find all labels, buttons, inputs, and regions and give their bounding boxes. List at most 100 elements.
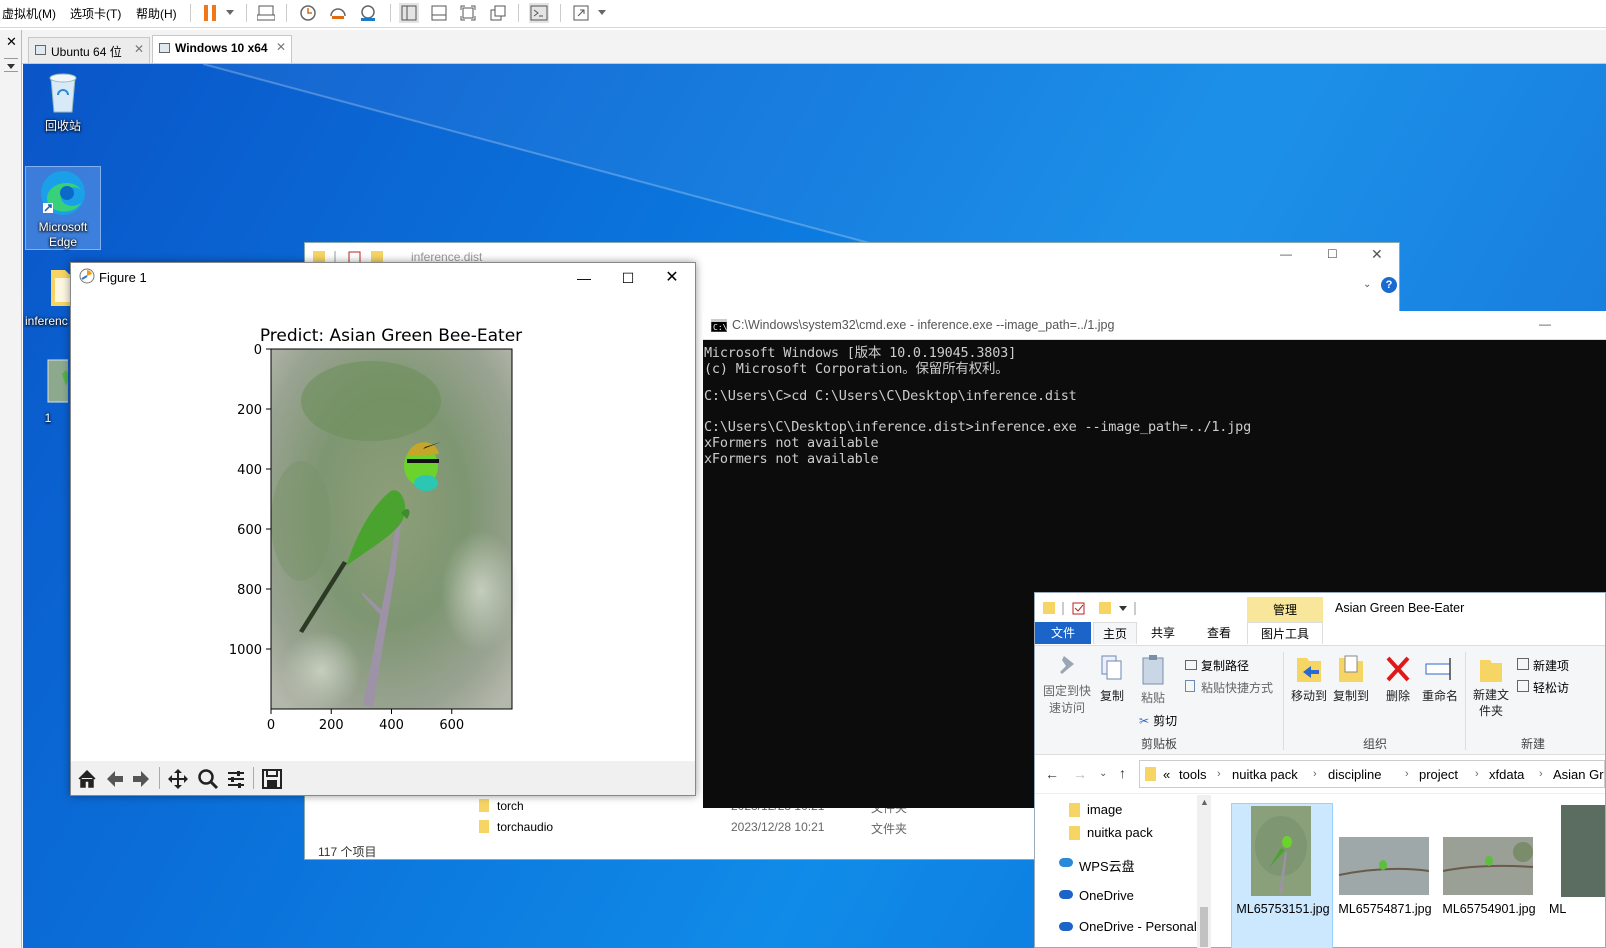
configure-icon[interactable] (225, 768, 247, 790)
show-library-icon[interactable] (399, 3, 419, 23)
unity-icon[interactable] (488, 3, 508, 23)
copy-path-button[interactable]: 复制路径 (1185, 657, 1249, 674)
chevron-down-icon[interactable] (598, 10, 606, 15)
forward-arrow-icon[interactable]: → (1073, 766, 1087, 782)
rename-icon (1425, 658, 1451, 680)
pin-quick-access-button[interactable]: 固定到快速访问 (1041, 654, 1093, 717)
breadcrumb-part[interactable]: Asian Gr (1553, 767, 1604, 782)
tab-picture-tools[interactable]: 图片工具 (1247, 622, 1323, 644)
nav-item[interactable]: OneDrive (1079, 888, 1134, 903)
file-item[interactable] (1561, 805, 1605, 897)
stretch-icon[interactable] (571, 3, 591, 23)
close-icon[interactable]: ✕ (1371, 246, 1383, 263)
chevron-down-icon[interactable]: ⌄ (1363, 279, 1371, 290)
breadcrumb-part[interactable]: tools (1179, 767, 1206, 782)
menu-help[interactable]: 帮助(H) (136, 5, 177, 22)
chevron-right-icon[interactable]: › (1539, 768, 1543, 780)
chevron-right-icon[interactable]: › (1217, 768, 1221, 780)
back-arrow-icon[interactable]: ← (1045, 766, 1059, 782)
breadcrumb-part[interactable]: « (1163, 767, 1170, 782)
breadcrumb-part[interactable]: project (1419, 767, 1458, 782)
tab-windows10[interactable]: Windows 10 x64 ✕ (152, 35, 292, 63)
minimize-icon[interactable]: — (1280, 247, 1292, 261)
file-item[interactable] (1338, 837, 1430, 895)
file-item-selected[interactable] (1231, 803, 1333, 948)
chevron-down-icon[interactable] (226, 10, 234, 15)
snapshot-icon[interactable] (298, 3, 318, 23)
tab-file[interactable]: 文件 (1035, 622, 1091, 644)
image-thumbnail (1338, 837, 1430, 895)
easy-access-button[interactable]: 轻松访 (1517, 679, 1569, 696)
back-arrow-icon[interactable] (105, 769, 125, 789)
breadcrumb-part[interactable]: xfdata (1489, 767, 1524, 782)
chevron-up-icon[interactable]: ▲ (1200, 797, 1209, 807)
chevron-right-icon[interactable]: › (1405, 768, 1409, 780)
save-icon[interactable] (261, 768, 283, 790)
cut-button[interactable]: ✂ 剪切 (1139, 712, 1177, 729)
maximize-icon[interactable]: ☐ (1327, 247, 1338, 261)
desktop-icon-edge[interactable]: Microsoft Edge (25, 166, 101, 250)
console-view-icon[interactable] (529, 3, 549, 23)
library-dropdown[interactable] (4, 58, 18, 72)
file-name[interactable]: torch (497, 799, 524, 813)
minimize-icon[interactable]: — (567, 267, 601, 289)
home-icon[interactable] (77, 769, 97, 789)
breadcrumb-part[interactable]: nuitka pack (1232, 767, 1298, 782)
desktop-icon-recycle-bin[interactable]: 回收站 (25, 70, 101, 134)
up-arrow-icon[interactable]: ↑ (1119, 765, 1126, 781)
delete-button[interactable]: 删除 (1381, 654, 1415, 704)
paste-shortcut-button[interactable]: 粘贴快捷方式 (1185, 679, 1273, 696)
snapshot-manager-icon[interactable] (358, 3, 378, 23)
button-label: 剪切 (1153, 714, 1178, 728)
file-name: ML (1549, 902, 1567, 916)
chevron-right-icon[interactable]: › (1313, 768, 1317, 780)
quick-access-icon (1043, 602, 1136, 615)
chevron-down-icon[interactable]: ⌄ (1099, 768, 1107, 779)
chevron-right-icon[interactable]: › (1475, 768, 1479, 780)
tab-share[interactable]: 共享 (1141, 622, 1185, 644)
tab-home[interactable]: 主页 (1093, 622, 1137, 644)
explorer-window-asian-green-bee-eater[interactable]: 管理 Asian Green Bee-Eater 文件 主页 共享 查看 图片工… (1034, 592, 1606, 948)
new-folder-button[interactable]: 新建文件夹 (1471, 654, 1511, 719)
tab-view[interactable]: 查看 (1197, 622, 1241, 644)
matplotlib-figure-window[interactable]: Figure 1 — ☐ ✕ Predict: Asian Green Bee-… (70, 262, 696, 796)
scrollbar[interactable]: ▲ (1197, 795, 1211, 948)
copy-button[interactable]: 复制 (1097, 654, 1127, 704)
nav-item[interactable]: image (1087, 802, 1122, 817)
file-name[interactable]: torchaudio (497, 820, 553, 834)
rename-button[interactable]: 重命名 (1419, 654, 1461, 704)
vm-icon (35, 45, 46, 55)
x-tick-label: 400 (379, 718, 404, 733)
nav-item[interactable]: OneDrive - Personal (1079, 919, 1197, 934)
full-screen-icon[interactable] (458, 3, 478, 23)
file-item[interactable] (1442, 837, 1534, 895)
close-icon[interactable]: ✕ (276, 40, 286, 54)
menu-vm[interactable]: 虚拟机(M) (2, 5, 56, 22)
maximize-icon[interactable]: ☐ (611, 267, 645, 289)
menu-tabs[interactable]: 选项卡(T) (70, 5, 121, 22)
nav-item[interactable]: WPS云盘 (1079, 856, 1135, 875)
new-item-button[interactable]: 新建项 (1517, 657, 1569, 674)
breadcrumb-part[interactable]: discipline (1328, 767, 1381, 782)
pan-icon[interactable] (167, 768, 189, 790)
paste-button[interactable]: 粘贴 (1135, 654, 1171, 706)
tab-ubuntu[interactable]: Ubuntu 64 位 ✕ (28, 37, 150, 63)
send-ctrl-alt-del-icon[interactable] (256, 3, 276, 23)
thumbnail-bar-icon[interactable] (429, 3, 449, 23)
copy-to-button[interactable]: 复制到 (1331, 654, 1371, 704)
zoom-icon[interactable] (197, 768, 219, 790)
minimize-icon[interactable]: — (1539, 317, 1551, 331)
close-icon[interactable]: ✕ (134, 42, 144, 56)
folder-icon (479, 820, 489, 833)
cloud-icon (1059, 858, 1073, 867)
context-tab-manage[interactable]: 管理 (1247, 597, 1323, 623)
close-icon[interactable]: ✕ (655, 267, 689, 289)
revert-snapshot-icon[interactable] (328, 3, 348, 23)
close-icon[interactable]: ✕ (6, 34, 17, 50)
pause-icon[interactable] (200, 3, 220, 23)
nav-item[interactable]: nuitka pack (1087, 825, 1153, 840)
forward-arrow-icon[interactable] (131, 769, 151, 789)
figure-canvas[interactable]: Predict: Asian Green Bee-Eater 0 200 400 60… (71, 291, 695, 759)
move-to-button[interactable]: 移动到 (1289, 654, 1329, 704)
help-icon[interactable]: ? (1381, 277, 1397, 293)
